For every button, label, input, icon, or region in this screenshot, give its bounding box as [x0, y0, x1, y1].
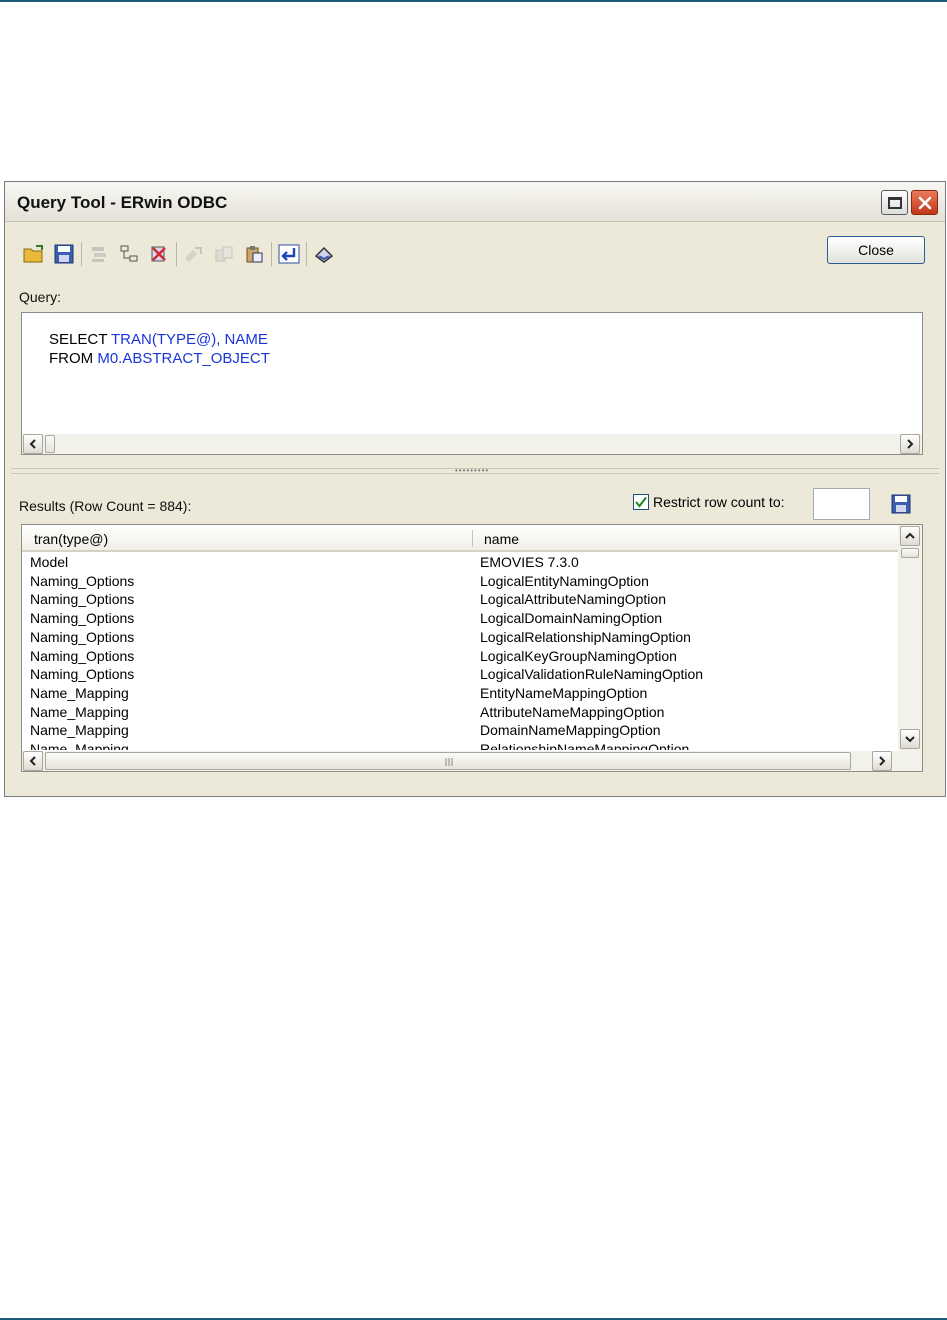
- paste-special-icon[interactable]: [241, 241, 267, 267]
- splitter-grip-icon: •••••••••: [455, 466, 490, 475]
- cut-icon[interactable]: [86, 241, 112, 267]
- query-label: Query:: [19, 289, 62, 305]
- maximize-button[interactable]: [881, 190, 908, 215]
- column-divider[interactable]: [472, 530, 473, 547]
- copy-icon[interactable]: [116, 241, 142, 267]
- scroll-down-button[interactable]: [900, 729, 920, 749]
- results-vertical-scrollbar[interactable]: [898, 525, 922, 751]
- table-row[interactable]: Naming_Options LogicalRelationshipNamingO…: [22, 629, 898, 648]
- chevron-up-icon: [905, 532, 915, 539]
- query-tool-window: Query Tool - ERwin ODBC Close Query: SEL…: [4, 181, 946, 797]
- table-row[interactable]: Naming_Options LogicalKeyGroupNamingOptio…: [22, 648, 898, 667]
- scroll-right-button[interactable]: [872, 751, 892, 771]
- cell-tran-type: Name_Mapping: [30, 722, 129, 739]
- execute-icon[interactable]: [276, 241, 302, 267]
- cell-name: LogicalRelationshipNamingOption: [480, 628, 691, 645]
- paste-icon[interactable]: [181, 241, 207, 267]
- table-row[interactable]: Naming_Options LogicalEntityNamingOption: [22, 573, 898, 592]
- save-icon[interactable]: [51, 241, 77, 267]
- cell-tran-type: Name_Mapping: [30, 741, 129, 750]
- pane-splitter[interactable]: •••••••••: [11, 466, 939, 475]
- query-expression: M0.ABSTRACT_OBJECT: [97, 350, 270, 367]
- scroll-right-button[interactable]: [900, 434, 920, 454]
- cell-tran-type: Name_Mapping: [30, 684, 129, 701]
- query-editor[interactable]: SELECT TRAN(TYPE@), NAME FROM M0.ABSTRAC…: [21, 312, 923, 455]
- toolbar-separator: [271, 242, 272, 266]
- window-title: Query Tool - ERwin ODBC: [17, 193, 228, 212]
- results-rows: Model EMOVIES 7.3.0 Naming_Options LogicalE…: [22, 554, 898, 750]
- restrict-row-count: Restrict row count to:: [633, 494, 785, 510]
- cell-name: LogicalEntityNamingOption: [480, 572, 649, 589]
- cell-tran-type: Naming_Options: [30, 572, 135, 589]
- row-count-input[interactable]: [813, 488, 870, 520]
- scroll-thumb[interactable]: [45, 752, 851, 770]
- cell-tran-type: Name_Mapping: [30, 703, 129, 720]
- table-row[interactable]: Model EMOVIES 7.3.0: [22, 554, 898, 573]
- scroll-thumb[interactable]: [45, 435, 55, 453]
- page-top-rule: [0, 0, 947, 2]
- scroll-left-button[interactable]: [23, 434, 43, 454]
- cell-name: RelationshipNameMappingOption: [480, 741, 690, 750]
- table-row[interactable]: Naming_Options LogicalDomainNamingOption: [22, 610, 898, 629]
- cell-name: DomainNameMappingOption: [480, 722, 661, 739]
- delete-icon[interactable]: [146, 241, 172, 267]
- restrict-row-count-checkbox[interactable]: [633, 494, 649, 510]
- query-keyword: FROM: [49, 350, 98, 367]
- query-line: FROM M0.ABSTRACT_OBJECT: [24, 333, 270, 384]
- results-label: Results (Row Count = 884):: [19, 498, 192, 514]
- column-header-tran-type[interactable]: tran(type@): [34, 531, 108, 547]
- copy-disabled-icon[interactable]: [211, 241, 237, 267]
- save-results-icon[interactable]: [891, 494, 913, 516]
- toolbar-separator: [176, 242, 177, 266]
- table-row[interactable]: Name_Mapping AttributeNameMappingOption: [22, 704, 898, 723]
- close-icon: [918, 196, 931, 209]
- chevron-right-icon: [907, 439, 914, 449]
- close-window-button[interactable]: [911, 190, 938, 215]
- cell-tran-type: Naming_Options: [30, 591, 135, 608]
- cell-name: LogicalValidationRuleNamingOption: [480, 666, 704, 683]
- cell-tran-type: Model: [30, 554, 69, 570]
- table-row[interactable]: Naming_Options LogicalValidationRuleNamin…: [22, 666, 898, 685]
- checkmark-icon: [635, 496, 647, 508]
- results-header: tran(type@) name: [22, 525, 898, 552]
- cell-name: EMOVIES 7.3.0: [480, 554, 579, 570]
- chevron-left-icon: [29, 439, 36, 449]
- cell-name: EntityNameMappingOption: [480, 684, 648, 701]
- results-grid: tran(type@) name Model EMOVIES 7.3.0 Namin…: [21, 524, 923, 772]
- table-row[interactable]: Name_Mapping DomainNameMappingOption: [22, 722, 898, 741]
- toolbar-separator: [81, 242, 82, 266]
- open-folder-icon[interactable]: [21, 241, 47, 267]
- cell-name: LogicalKeyGroupNamingOption: [480, 647, 677, 664]
- scroll-up-button[interactable]: [900, 526, 920, 546]
- restrict-row-count-label: Restrict row count to:: [653, 494, 785, 510]
- cell-name: LogicalDomainNamingOption: [480, 610, 663, 627]
- scroll-left-button[interactable]: [23, 751, 43, 771]
- cell-tran-type: Naming_Options: [30, 628, 135, 645]
- toolbar: [21, 240, 341, 268]
- cell-tran-type: Naming_Options: [30, 647, 135, 664]
- chevron-left-icon: [29, 756, 36, 766]
- results-horizontal-scrollbar[interactable]: [22, 751, 922, 771]
- chevron-right-icon: [879, 756, 886, 766]
- cell-tran-type: Naming_Options: [30, 666, 135, 683]
- close-button[interactable]: Close: [827, 236, 925, 264]
- grip-icon: [445, 758, 453, 766]
- maximize-icon: [887, 196, 902, 209]
- column-header-name[interactable]: name: [484, 531, 519, 547]
- cell-name: AttributeNameMappingOption: [480, 703, 665, 720]
- clear-icon[interactable]: [311, 241, 337, 267]
- table-row[interactable]: Name_Mapping EntityNameMappingOption: [22, 685, 898, 704]
- cell-tran-type: Naming_Options: [30, 610, 135, 627]
- toolbar-separator: [306, 242, 307, 266]
- cell-name: LogicalAttributeNamingOption: [480, 591, 666, 608]
- scroll-thumb[interactable]: [901, 548, 919, 558]
- title-bar: Query Tool - ERwin ODBC: [5, 182, 945, 222]
- chevron-down-icon: [905, 736, 915, 743]
- query-horizontal-scrollbar[interactable]: [22, 434, 922, 454]
- table-row[interactable]: Name_Mapping RelationshipNameMappingOptio…: [22, 741, 898, 750]
- table-row[interactable]: Naming_Options LogicalAttributeNamingOpti…: [22, 591, 898, 610]
